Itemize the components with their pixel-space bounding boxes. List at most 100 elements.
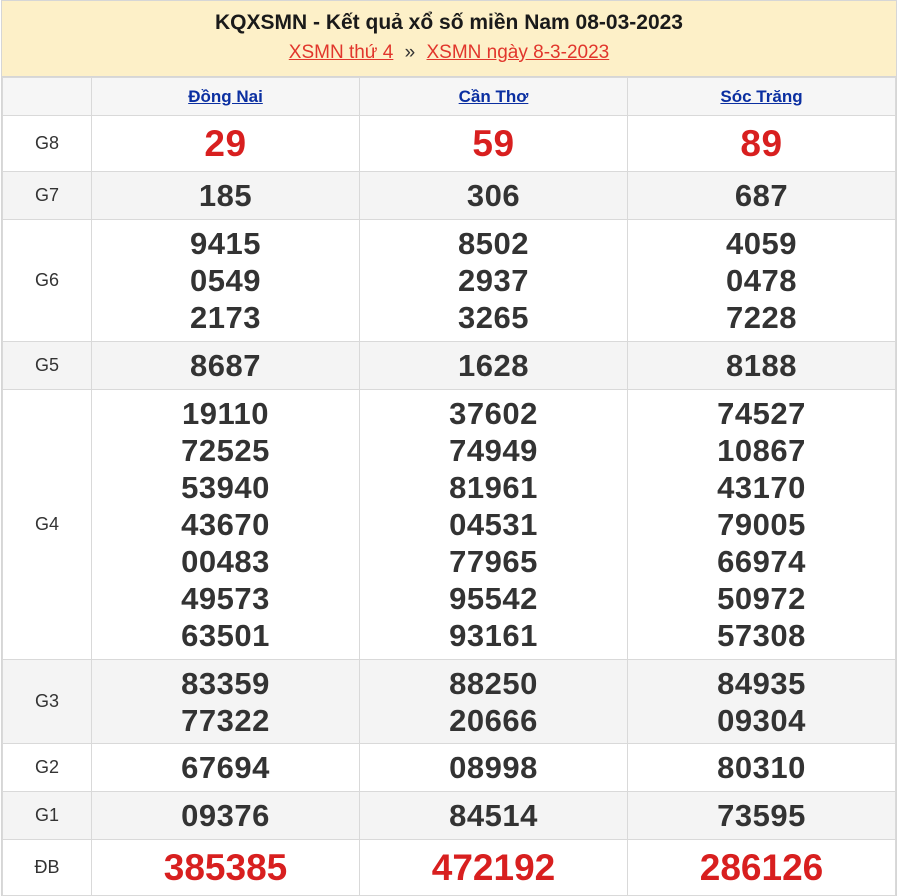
result-number: 93161 [449, 618, 538, 653]
prize-label: G3 [2, 659, 92, 744]
result-number: 185 [198, 178, 253, 213]
result-number: 95542 [449, 581, 538, 616]
weekday-results-link[interactable]: XSMN thứ 4 [289, 42, 394, 63]
result-cell: 472192 [359, 839, 628, 896]
result-number: 3265 [458, 300, 529, 335]
result-number: 67694 [181, 750, 270, 785]
result-number: 79005 [717, 507, 806, 542]
prize-row: G3 83359 77322 88250 20666 84935 09304 [2, 659, 896, 744]
result-number: 0478 [726, 263, 797, 298]
result-cell: 59 [359, 115, 628, 172]
result-cell: 8687 [91, 341, 360, 390]
corner-cell [2, 77, 92, 116]
prize-label: G1 [2, 791, 92, 840]
result-number: 72525 [181, 433, 270, 468]
result-number: 00483 [181, 544, 270, 579]
result-number: 59 [472, 123, 515, 164]
result-cell: 84935 09304 [627, 659, 896, 744]
result-cell: 29 [91, 115, 360, 172]
result-number: 09376 [181, 798, 270, 833]
result-number: 385385 [163, 847, 288, 888]
result-number: 2173 [190, 300, 261, 335]
result-number: 08998 [449, 750, 538, 785]
page-title: KQXSMN - Kết quả xổ số miền Nam 08-03-20… [215, 11, 683, 34]
result-number: 43670 [181, 507, 270, 542]
result-number: 84935 [717, 665, 806, 701]
result-number: 687 [734, 178, 789, 213]
prize-row: G5 8687 1628 8188 [2, 341, 896, 390]
prize-label: G2 [2, 743, 92, 792]
result-number: 50972 [717, 581, 806, 616]
prize-label: G4 [2, 389, 92, 660]
results-header: KQXSMN - Kết quả xổ số miền Nam 08-03-20… [2, 1, 896, 77]
result-number: 04531 [449, 507, 538, 542]
result-number: 29 [204, 123, 247, 164]
result-cell: 88250 20666 [359, 659, 628, 744]
result-number: 306 [466, 178, 521, 213]
result-number: 8687 [190, 348, 261, 383]
prize-row: ĐB 385385 472192 286126 [2, 839, 896, 896]
result-number: 89 [740, 123, 783, 164]
result-number: 73595 [717, 798, 806, 833]
breadcrumb: XSMN thứ 4 » XSMN ngày 8-3-2023 [2, 39, 896, 67]
prize-rows: G8 29 59 89 G7 185 306 687 G6 9415 0549 2173 8502 293… [2, 115, 896, 896]
result-number: 9415 [190, 226, 261, 261]
result-number: 80310 [717, 750, 806, 785]
result-number: 09304 [717, 702, 806, 738]
result-cell: 286126 [627, 839, 896, 896]
result-number: 1628 [458, 348, 529, 383]
result-number: 63501 [181, 618, 270, 653]
result-number: 66974 [717, 544, 806, 579]
result-number: 77965 [449, 544, 538, 579]
result-number: 7228 [726, 300, 797, 335]
province-link-dong-nai[interactable]: Đồng Nai [188, 87, 263, 106]
prize-label: G7 [2, 171, 92, 220]
province-link-soc-trang[interactable]: Sóc Trăng [720, 87, 802, 106]
result-number: 74949 [449, 433, 538, 468]
result-cell: 83359 77322 [91, 659, 360, 744]
result-number: 286126 [699, 847, 824, 888]
result-number: 4059 [726, 226, 797, 261]
prize-row: G8 29 59 89 [2, 115, 896, 172]
result-cell: 1628 [359, 341, 628, 390]
prize-row: G4 19110 72525 53940 43670 00483 49573 63501 376… [2, 389, 896, 660]
result-number: 43170 [717, 470, 806, 505]
result-number: 81961 [449, 470, 538, 505]
result-number: 74527 [717, 396, 806, 431]
result-cell: 9415 0549 2173 [91, 219, 360, 342]
result-cell: 73595 [627, 791, 896, 840]
result-cell: 185 [91, 171, 360, 220]
result-cell: 687 [627, 171, 896, 220]
province-header-row: Đồng Nai Cần Thơ Sóc Trăng [2, 77, 896, 116]
result-number: 53940 [181, 470, 270, 505]
prize-row: G7 185 306 687 [2, 171, 896, 220]
result-number: 8188 [726, 348, 797, 383]
result-number: 10867 [717, 433, 806, 468]
result-number: 0549 [190, 263, 261, 298]
province-link-can-tho[interactable]: Cần Thơ [459, 87, 529, 106]
result-cell: 19110 72525 53940 43670 00483 49573 63501 [91, 389, 360, 660]
result-number: 472192 [431, 847, 556, 888]
breadcrumb-separator: » [404, 42, 416, 63]
prize-label: G6 [2, 219, 92, 342]
result-cell: 84514 [359, 791, 628, 840]
result-number: 57308 [717, 618, 806, 653]
result-cell: 306 [359, 171, 628, 220]
prize-row: G1 09376 84514 73595 [2, 791, 896, 840]
prize-label: G5 [2, 341, 92, 390]
prize-row: G6 9415 0549 2173 8502 2937 3265 4059 0478 7228 [2, 219, 896, 342]
result-cell: 80310 [627, 743, 896, 792]
result-cell: 8502 2937 3265 [359, 219, 628, 342]
result-number: 8502 [458, 226, 529, 261]
result-number: 2937 [458, 263, 529, 298]
result-number: 84514 [449, 798, 538, 833]
prize-label: ĐB [2, 839, 92, 896]
result-cell: 08998 [359, 743, 628, 792]
result-cell: 4059 0478 7228 [627, 219, 896, 342]
lottery-results-panel: KQXSMN - Kết quả xổ số miền Nam 08-03-20… [1, 0, 897, 896]
prize-label: G8 [2, 115, 92, 172]
date-results-link[interactable]: XSMN ngày 8-3-2023 [427, 42, 610, 63]
prize-row: G2 67694 08998 80310 [2, 743, 896, 792]
result-number: 20666 [449, 702, 538, 738]
result-number: 83359 [181, 665, 270, 701]
